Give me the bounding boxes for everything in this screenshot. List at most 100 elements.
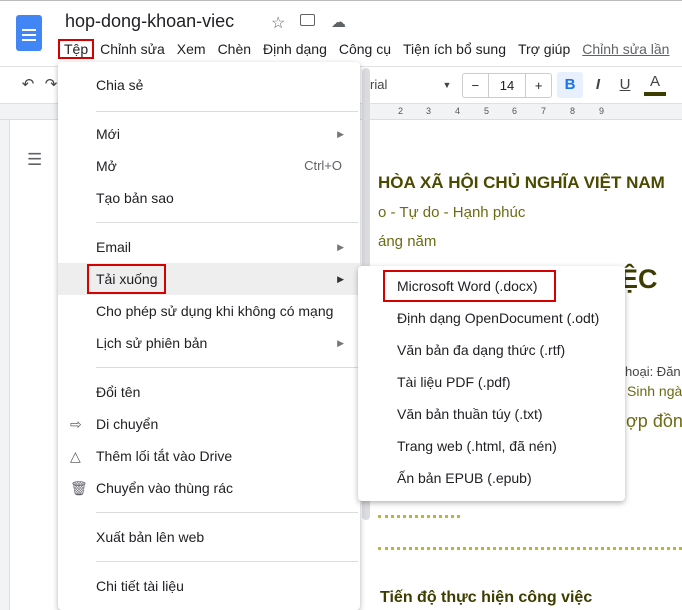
dotted-line <box>378 515 460 518</box>
download-submenu: Microsoft Word (.docx) Định dạng OpenDoc… <box>358 266 625 501</box>
menu-item-label: Email <box>96 239 132 255</box>
divider <box>96 367 358 368</box>
underline-button[interactable]: U <box>615 72 635 98</box>
menu-item-label: Cho phép sử dụng khi không có mạng <box>96 303 334 319</box>
ruler-label: 6 <box>512 106 518 116</box>
menu-view[interactable]: Xem <box>171 39 212 59</box>
download-html[interactable]: Trang web (.html, đã nén) <box>358 430 625 462</box>
font-size-input[interactable]: 14 <box>487 74 527 97</box>
menu-item-label: Ấn bản EPUB (.epub) <box>397 470 532 486</box>
document-outline-icon[interactable]: ☰ <box>27 150 42 170</box>
doc-line: ợp đồng <box>626 411 682 431</box>
doc-line: HÒA XÃ HỘI CHỦ NGHĨA VIỆT NAM <box>378 173 665 192</box>
ruler-label: 3 <box>426 106 432 116</box>
menu-addons[interactable]: Tiện ích bổ sung <box>397 39 512 59</box>
decrease-font-button[interactable]: − <box>463 74 488 97</box>
star-icon[interactable]: ☆ <box>271 13 285 33</box>
menu-tools[interactable]: Công cụ <box>333 39 397 59</box>
menu-item-offline[interactable]: Cho phép sử dụng khi không có mạng <box>58 295 360 327</box>
menu-item-label: Tài liệu PDF (.pdf) <box>397 374 511 390</box>
redo-icon[interactable]: ↷ <box>44 72 58 98</box>
file-menu: Chia sẻ Mới ▶ Mở Ctrl+O Tạo bản sao Email ▶… <box>58 62 360 610</box>
menu-item-label: Trang web (.html, đã nén) <box>397 438 557 454</box>
text-color-button[interactable]: A <box>644 72 666 96</box>
font-select[interactable]: rial <box>370 72 420 98</box>
menu-item-label: Chuyển vào thùng rác <box>96 480 233 496</box>
last-edit-link[interactable]: Chỉnh sửa lần <box>576 39 675 59</box>
ruler-label: 9 <box>599 106 605 116</box>
menu-item-label: Đổi tên <box>96 384 141 400</box>
ruler-label: 5 <box>484 106 490 116</box>
ruler-label: 4 <box>455 106 461 116</box>
menu-bar: Tệp Chỉnh sửa Xem Chèn Định dạng Công cụ… <box>58 39 675 59</box>
doc-line: Sinh ngà <box>627 383 682 399</box>
menu-item-rename[interactable]: Đổi tên <box>58 376 360 408</box>
docs-logo-icon[interactable] <box>16 15 42 51</box>
ruler-label: 2 <box>398 106 404 116</box>
menu-item-label: Thêm lối tắt vào Drive <box>96 448 233 464</box>
increase-font-button[interactable]: + <box>526 74 551 97</box>
submenu-arrow-icon: ▶ <box>337 242 344 252</box>
menu-item-label: Định dạng OpenDocument (.odt) <box>397 310 600 326</box>
doc-line: hoại: Đăn <box>625 364 681 379</box>
menu-item-new[interactable]: Mới ▶ <box>58 118 360 150</box>
document-title[interactable]: hop-dong-khoan-viec <box>65 11 234 32</box>
menu-item-email[interactable]: Email ▶ <box>58 231 360 263</box>
menu-item-label: Lịch sử phiên bản <box>96 335 208 351</box>
menu-insert[interactable]: Chèn <box>212 39 257 59</box>
menu-item-label: Di chuyển <box>96 416 159 432</box>
download-rtf[interactable]: Văn bản đa dạng thức (.rtf) <box>358 334 625 366</box>
menu-item-label: Văn bản thuần túy (.txt) <box>397 406 543 422</box>
submenu-arrow-icon: ▶ <box>337 129 344 139</box>
menu-item-add-shortcut[interactable]: △ Thêm lối tắt vào Drive <box>58 440 360 472</box>
menu-item-label: Tạo bản sao <box>96 190 174 206</box>
divider <box>96 222 358 223</box>
dotted-line <box>378 547 682 550</box>
menu-item-label: Chi tiết tài liệu <box>96 578 184 594</box>
divider <box>96 561 358 562</box>
bold-button[interactable]: B <box>557 72 583 98</box>
divider <box>96 111 358 112</box>
doc-line: o - Tự do - Hạnh phúc <box>378 204 526 221</box>
menu-item-version-history[interactable]: Lịch sử phiên bản ▶ <box>58 327 360 359</box>
doc-section-title: Tiến độ thực hiện công việc <box>380 589 593 606</box>
download-docx[interactable]: Microsoft Word (.docx) <box>358 270 625 302</box>
menu-item-label: Chia sẻ <box>96 77 144 93</box>
menu-item-make-copy[interactable]: Tạo bản sao <box>58 182 360 214</box>
menu-item-share[interactable]: Chia sẻ <box>58 69 360 101</box>
menu-item-label: Mở <box>96 158 117 174</box>
menu-item-label: Văn bản đa dạng thức (.rtf) <box>397 342 566 358</box>
cloud-status-icon[interactable]: ☁ <box>331 13 346 31</box>
italic-button[interactable]: I <box>588 72 608 98</box>
ruler-label: 7 <box>541 106 547 116</box>
move-folder-icon: ⇨ <box>70 416 82 432</box>
font-dropdown-icon[interactable]: ▼ <box>440 72 454 98</box>
drive-shortcut-icon: △ <box>70 448 81 464</box>
shortcut-label: Ctrl+O <box>304 158 342 173</box>
submenu-arrow-icon: ▶ <box>337 338 344 348</box>
window-border <box>0 0 682 1</box>
undo-icon[interactable]: ↶ <box>18 72 38 98</box>
trash-icon: 🗑 <box>70 480 88 496</box>
menu-format[interactable]: Định dạng <box>257 39 333 59</box>
menu-item-download[interactable]: Tải xuống ▶ <box>58 263 360 295</box>
download-odt[interactable]: Định dạng OpenDocument (.odt) <box>358 302 625 334</box>
menu-item-details[interactable]: Chi tiết tài liệu <box>58 570 360 602</box>
menu-help[interactable]: Trợ giúp <box>512 39 576 59</box>
menu-item-trash[interactable]: 🗑 Chuyển vào thùng rác <box>58 472 360 504</box>
doc-line: áng năm <box>378 233 437 250</box>
download-pdf[interactable]: Tài liệu PDF (.pdf) <box>358 366 625 398</box>
menu-file[interactable]: Tệp <box>58 39 95 59</box>
menu-item-publish[interactable]: Xuất bản lên web <box>58 521 360 553</box>
move-folder-icon[interactable] <box>300 14 315 26</box>
menu-item-move[interactable]: ⇨ Di chuyển <box>58 408 360 440</box>
menu-edit[interactable]: Chỉnh sửa <box>94 39 171 59</box>
menu-item-label: Tải xuống <box>87 264 167 294</box>
menu-item-label: Microsoft Word (.docx) <box>383 270 556 302</box>
vertical-ruler[interactable] <box>0 120 10 610</box>
download-epub[interactable]: Ấn bản EPUB (.epub) <box>358 462 625 494</box>
menu-item-label: Xuất bản lên web <box>96 529 205 545</box>
ruler-label: 8 <box>570 106 576 116</box>
menu-item-open[interactable]: Mở Ctrl+O <box>58 150 360 182</box>
download-txt[interactable]: Văn bản thuần túy (.txt) <box>358 398 625 430</box>
